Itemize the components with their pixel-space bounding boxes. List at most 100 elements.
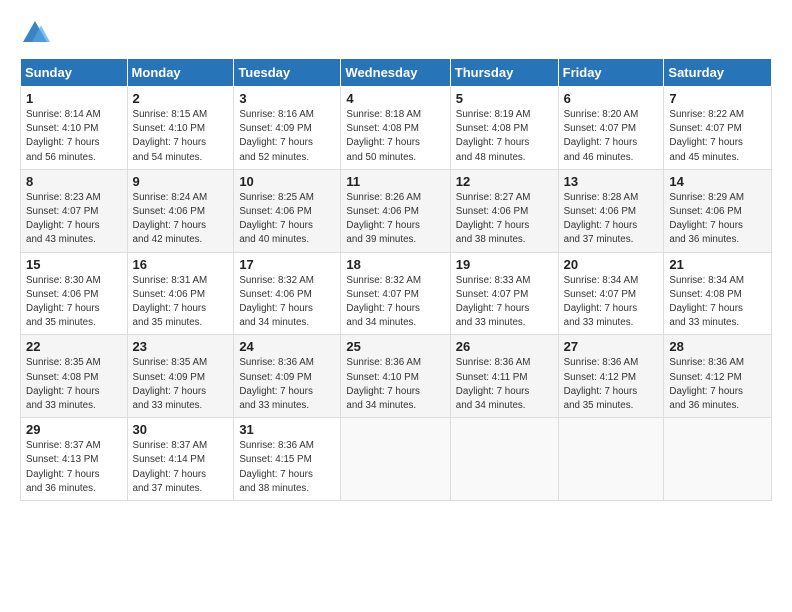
day-number: 7 [669,91,766,106]
day-info: Sunrise: 8:26 AMSunset: 4:06 PMDaylight:… [346,191,444,248]
day-cell: 14Sunrise: 8:29 AMSunset: 4:06 PMDayligh… [664,169,772,252]
day-number: 20 [564,257,659,272]
day-number: 16 [133,257,229,272]
day-info: Sunrise: 8:24 AMSunset: 4:06 PMDaylight:… [133,191,229,248]
day-cell: 27 Sunrise: 8:36 AMSunset: 4:12 PMDayligh… [558,335,664,418]
day-info: Sunrise: 8:18 AMSunset: 4:08 PMDaylight:… [346,108,444,165]
day-cell: 8 Sunrise: 8:23 AMSunset: 4:07 PMDaylight… [21,169,128,252]
day-cell: 18Sunrise: 8:32 AMSunset: 4:07 PMDayligh… [341,252,450,335]
day-cell [664,418,772,501]
day-number: 31 [239,422,335,437]
day-info: Sunrise: 8:36 AMSunset: 4:12 PMDaylight:… [564,356,659,413]
day-number: 21 [669,257,766,272]
day-info: Sunrise: 8:36 AMSunset: 4:09 PMDaylight:… [239,356,335,413]
day-cell: 22 Sunrise: 8:35 AMSunset: 4:08 PMDayligh… [21,335,128,418]
day-cell: 10 Sunrise: 8:25 AMSunset: 4:06 PMDayligh… [234,169,341,252]
day-info: Sunrise: 8:36 AMSunset: 4:12 PMDaylight:… [669,356,766,413]
header-row: Sunday Monday Tuesday Wednesday Thursday… [21,59,772,87]
day-cell: 11 Sunrise: 8:26 AMSunset: 4:06 PMDayligh… [341,169,450,252]
day-number: 13 [564,174,659,189]
day-cell: 31 Sunrise: 8:36 AMSunset: 4:15 PMDayligh… [234,418,341,501]
day-cell: 17Sunrise: 8:32 AMSunset: 4:06 PMDayligh… [234,252,341,335]
week-row-3: 15 Sunrise: 8:30 AMSunset: 4:06 PMDayligh… [21,252,772,335]
day-cell: 20 Sunrise: 8:34 AMSunset: 4:07 PMDayligh… [558,252,664,335]
day-cell [450,418,558,501]
day-cell: 29 Sunrise: 8:37 AMSunset: 4:13 PMDayligh… [21,418,128,501]
day-info: Sunrise: 8:23 AMSunset: 4:07 PMDaylight:… [26,191,122,248]
day-number: 25 [346,339,444,354]
day-cell: 21 Sunrise: 8:34 AMSunset: 4:08 PMDayligh… [664,252,772,335]
day-info: Sunrise: 8:32 AMSunset: 4:07 PMDaylight:… [346,274,444,331]
day-cell: 24 Sunrise: 8:36 AMSunset: 4:09 PMDayligh… [234,335,341,418]
day-cell: 26Sunrise: 8:36 AMSunset: 4:11 PMDayligh… [450,335,558,418]
day-info: Sunrise: 8:15 AMSunset: 4:10 PMDaylight:… [133,108,229,165]
day-number: 8 [26,174,122,189]
day-info: Sunrise: 8:34 AMSunset: 4:08 PMDaylight:… [669,274,766,331]
day-cell: 15 Sunrise: 8:30 AMSunset: 4:06 PMDayligh… [21,252,128,335]
day-number: 29 [26,422,122,437]
day-info: Sunrise: 8:25 AMSunset: 4:06 PMDaylight:… [239,191,335,248]
calendar-page: Sunday Monday Tuesday Wednesday Thursday… [0,0,792,612]
day-number: 6 [564,91,659,106]
day-info: Sunrise: 8:37 AMSunset: 4:13 PMDaylight:… [26,439,122,496]
day-info: Sunrise: 8:36 AMSunset: 4:15 PMDaylight:… [239,439,335,496]
day-number: 4 [346,91,444,106]
day-cell: 2 Sunrise: 8:15 AMSunset: 4:10 PMDaylight… [127,87,234,170]
day-cell: 13 Sunrise: 8:28 AMSunset: 4:06 PMDayligh… [558,169,664,252]
logo [20,18,54,48]
col-tuesday: Tuesday [234,59,341,87]
day-info: Sunrise: 8:34 AMSunset: 4:07 PMDaylight:… [564,274,659,331]
col-friday: Friday [558,59,664,87]
day-info: Sunrise: 8:35 AMSunset: 4:08 PMDaylight:… [26,356,122,413]
day-info: Sunrise: 8:20 AMSunset: 4:07 PMDaylight:… [564,108,659,165]
day-info: Sunrise: 8:19 AMSunset: 4:08 PMDaylight:… [456,108,553,165]
day-info: Sunrise: 8:32 AMSunset: 4:06 PMDaylight:… [239,274,335,331]
day-info: Sunrise: 8:31 AMSunset: 4:06 PMDaylight:… [133,274,229,331]
day-info: Sunrise: 8:22 AMSunset: 4:07 PMDaylight:… [669,108,766,165]
week-row-5: 29 Sunrise: 8:37 AMSunset: 4:13 PMDayligh… [21,418,772,501]
day-info: Sunrise: 8:28 AMSunset: 4:06 PMDaylight:… [564,191,659,248]
day-number: 9 [133,174,229,189]
col-saturday: Saturday [664,59,772,87]
col-monday: Monday [127,59,234,87]
day-number: 1 [26,91,122,106]
day-number: 2 [133,91,229,106]
day-number: 15 [26,257,122,272]
day-info: Sunrise: 8:33 AMSunset: 4:07 PMDaylight:… [456,274,553,331]
day-cell: 19 Sunrise: 8:33 AMSunset: 4:07 PMDayligh… [450,252,558,335]
day-info: Sunrise: 8:29 AMSunset: 4:06 PMDaylight:… [669,191,766,248]
day-info: Sunrise: 8:36 AMSunset: 4:10 PMDaylight:… [346,356,444,413]
day-info: Sunrise: 8:35 AMSunset: 4:09 PMDaylight:… [133,356,229,413]
day-number: 27 [564,339,659,354]
day-info: Sunrise: 8:14 AMSunset: 4:10 PMDaylight:… [26,108,122,165]
day-number: 10 [239,174,335,189]
day-cell: 23 Sunrise: 8:35 AMSunset: 4:09 PMDayligh… [127,335,234,418]
day-info: Sunrise: 8:30 AMSunset: 4:06 PMDaylight:… [26,274,122,331]
day-info: Sunrise: 8:37 AMSunset: 4:14 PMDaylight:… [133,439,229,496]
day-number: 22 [26,339,122,354]
week-row-4: 22 Sunrise: 8:35 AMSunset: 4:08 PMDayligh… [21,335,772,418]
day-cell: 30 Sunrise: 8:37 AMSunset: 4:14 PMDayligh… [127,418,234,501]
week-row-1: 1 Sunrise: 8:14 AMSunset: 4:10 PMDaylight… [21,87,772,170]
day-number: 24 [239,339,335,354]
day-number: 5 [456,91,553,106]
col-sunday: Sunday [21,59,128,87]
day-cell: 12Sunrise: 8:27 AMSunset: 4:06 PMDayligh… [450,169,558,252]
day-cell [341,418,450,501]
day-number: 23 [133,339,229,354]
logo-icon [20,18,50,48]
day-number: 19 [456,257,553,272]
calendar-table: Sunday Monday Tuesday Wednesday Thursday… [20,58,772,501]
day-cell: 16 Sunrise: 8:31 AMSunset: 4:06 PMDayligh… [127,252,234,335]
day-info: Sunrise: 8:16 AMSunset: 4:09 PMDaylight:… [239,108,335,165]
day-cell: 4 Sunrise: 8:18 AMSunset: 4:08 PMDaylight… [341,87,450,170]
day-number: 30 [133,422,229,437]
day-number: 11 [346,174,444,189]
week-row-2: 8 Sunrise: 8:23 AMSunset: 4:07 PMDaylight… [21,169,772,252]
col-thursday: Thursday [450,59,558,87]
day-cell: 3Sunrise: 8:16 AMSunset: 4:09 PMDaylight… [234,87,341,170]
day-cell: 5 Sunrise: 8:19 AMSunset: 4:08 PMDaylight… [450,87,558,170]
day-number: 28 [669,339,766,354]
day-cell: 28 Sunrise: 8:36 AMSunset: 4:12 PMDayligh… [664,335,772,418]
day-cell: 7 Sunrise: 8:22 AMSunset: 4:07 PMDaylight… [664,87,772,170]
